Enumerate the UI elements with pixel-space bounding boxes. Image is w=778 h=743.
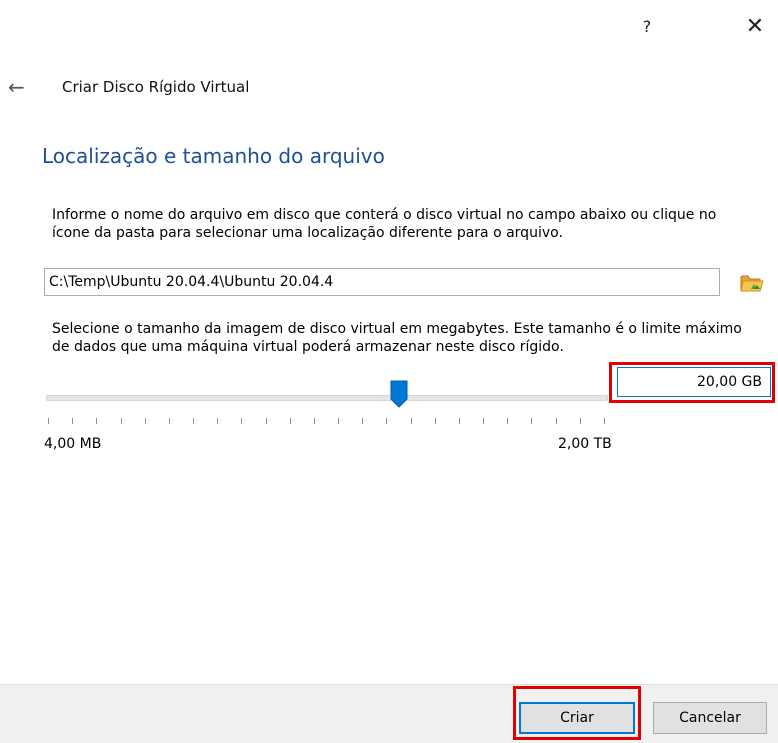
slider-tick bbox=[265, 418, 267, 424]
slider-tick bbox=[289, 418, 291, 424]
page-heading: Localização e tamanho do arquivo bbox=[42, 144, 385, 168]
slider-tick bbox=[217, 418, 219, 424]
slider-tick bbox=[241, 418, 243, 424]
close-button[interactable]: ✕ bbox=[735, 10, 775, 42]
file-path-input[interactable] bbox=[44, 268, 720, 296]
wizard-title: Criar Disco Rígido Virtual bbox=[62, 78, 250, 96]
slider-tick bbox=[193, 418, 195, 424]
slider-tick bbox=[555, 418, 557, 424]
slider-tick bbox=[120, 418, 122, 424]
file-instructions: Informe o nome do arquivo em disco que c… bbox=[52, 207, 717, 241]
slider-tick bbox=[483, 418, 485, 424]
slider-tick bbox=[96, 418, 98, 424]
slider-tick bbox=[48, 418, 49, 424]
slider-tick bbox=[144, 418, 146, 424]
slider-tick bbox=[313, 418, 315, 424]
back-arrow-icon[interactable]: ← bbox=[8, 75, 25, 99]
slider-min-label: 4,00 MB bbox=[44, 436, 102, 452]
help-button[interactable]: ? bbox=[627, 10, 667, 42]
close-icon: ✕ bbox=[745, 13, 765, 39]
folder-open-icon bbox=[740, 275, 764, 292]
slider-tick bbox=[386, 418, 388, 424]
slider-max-label: 2,00 TB bbox=[558, 436, 612, 452]
slider-tick bbox=[507, 418, 509, 424]
slider-tick bbox=[72, 418, 74, 424]
cancel-button[interactable]: Cancelar bbox=[653, 702, 767, 734]
size-instructions: Selecione o tamanho da imagem de disco v… bbox=[52, 321, 742, 355]
size-input[interactable] bbox=[617, 367, 771, 397]
create-button[interactable]: Criar bbox=[519, 702, 635, 734]
size-slider-track[interactable] bbox=[46, 395, 608, 401]
slider-tick bbox=[604, 418, 605, 424]
slider-tick bbox=[338, 418, 340, 424]
slider-tick bbox=[410, 418, 412, 424]
help-icon: ? bbox=[642, 16, 652, 36]
slider-tick bbox=[579, 418, 581, 424]
choose-folder-button[interactable] bbox=[738, 269, 766, 297]
size-slider-thumb[interactable] bbox=[390, 380, 408, 408]
slider-tick bbox=[531, 418, 533, 424]
slider-tick bbox=[362, 418, 364, 424]
slider-tick bbox=[458, 418, 460, 424]
slider-tick bbox=[168, 418, 170, 424]
slider-tick bbox=[434, 418, 436, 424]
